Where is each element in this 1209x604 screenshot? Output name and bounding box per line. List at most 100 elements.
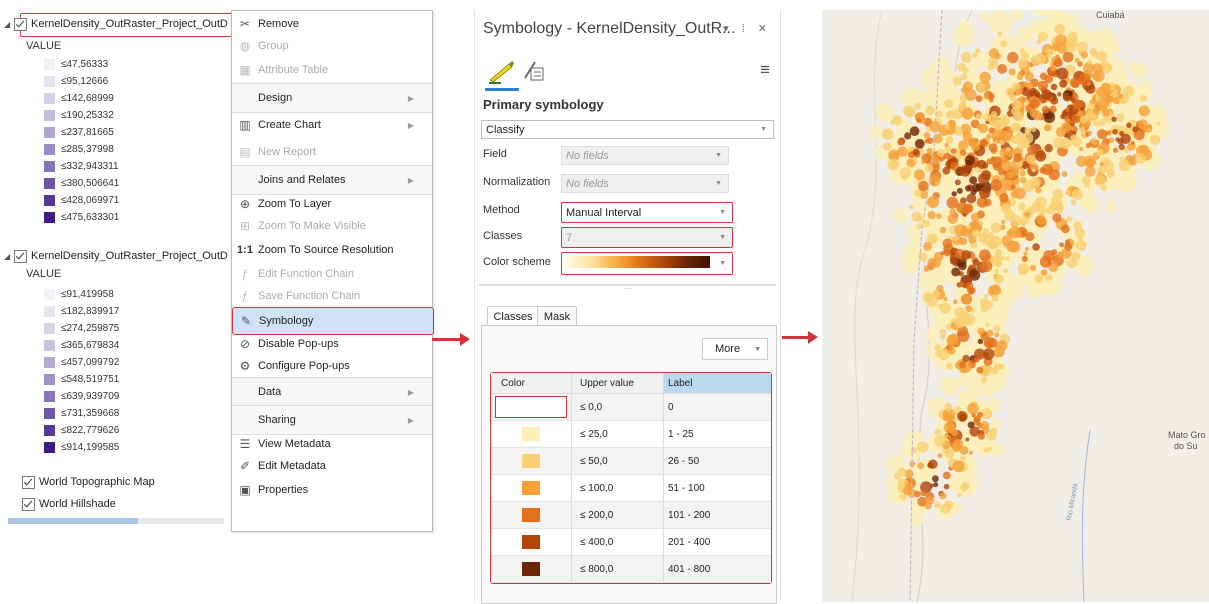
collapse-icon[interactable]: ◢ bbox=[4, 252, 14, 261]
legend-class-row[interactable]: ≤91,419958 bbox=[44, 287, 114, 302]
legend-class-row[interactable]: ≤237,81665 bbox=[44, 125, 114, 140]
class-upper-value[interactable]: ≤ 400,0 bbox=[571, 529, 663, 555]
menu-item-configure-pop-ups[interactable]: ⚙ Configure Pop-ups bbox=[232, 355, 432, 377]
legend-swatch[interactable] bbox=[44, 212, 55, 223]
legend-swatch[interactable] bbox=[44, 161, 55, 172]
pane-splitter[interactable]: ··· bbox=[479, 284, 776, 294]
legend-class-row[interactable]: ≤475,633301 bbox=[44, 210, 119, 225]
menu-item-edit-function-chain[interactable]: ƒ Edit Function Chain bbox=[232, 263, 432, 285]
menu-item-symbology[interactable]: ✎ Symbology bbox=[232, 307, 434, 335]
class-color-cell[interactable] bbox=[491, 529, 571, 555]
legend-swatch[interactable] bbox=[44, 391, 55, 402]
legend-class-row[interactable]: ≤142,68999 bbox=[44, 91, 114, 106]
class-label[interactable]: 101 - 200 bbox=[663, 502, 771, 528]
legend-swatch[interactable] bbox=[44, 340, 55, 351]
legend-swatch[interactable] bbox=[44, 195, 55, 206]
table-row[interactable]: ≤ 50,0 26 - 50 bbox=[491, 448, 771, 475]
legend-class-row[interactable]: ≤190,25332 bbox=[44, 108, 114, 123]
legend-swatch[interactable] bbox=[44, 442, 55, 453]
menu-item-save-function-chain[interactable]: ƒ Save Function Chain bbox=[232, 285, 432, 307]
class-upper-value[interactable]: ≤ 800,0 bbox=[571, 556, 663, 582]
pane-window-controls[interactable]: ▾ ⁞ ✕ bbox=[723, 22, 772, 35]
menu-item-zoom-to-source-resolution[interactable]: 1:1 Zoom To Source Resolution bbox=[232, 237, 432, 263]
class-color-cell[interactable] bbox=[491, 448, 571, 474]
primary-symbology-tab-icon[interactable] bbox=[487, 58, 515, 87]
menu-item-group[interactable]: ◍ Group bbox=[232, 35, 432, 57]
renderer-dropdown[interactable]: Classify ▼ bbox=[481, 120, 774, 139]
legend-swatch[interactable] bbox=[44, 289, 55, 300]
layer-row-1[interactable]: ◢ KernelDensity_OutRaster_Project_OutD bbox=[4, 15, 230, 33]
table-row[interactable]: ≤ 800,0 401 - 800 bbox=[491, 556, 771, 583]
class-color-swatch[interactable] bbox=[495, 396, 567, 418]
legend-swatch[interactable] bbox=[44, 93, 55, 104]
menu-item-design[interactable]: Design ▶ bbox=[232, 83, 432, 113]
layer-row-2[interactable]: ◢ KernelDensity_OutRaster_Project_OutD bbox=[4, 247, 230, 265]
table-row[interactable]: ≤ 25,0 1 - 25 bbox=[491, 421, 771, 448]
menu-item-view-metadata[interactable]: ☰ View Metadata bbox=[232, 433, 432, 455]
class-color-swatch[interactable] bbox=[522, 535, 540, 549]
class-label[interactable]: 0 bbox=[663, 394, 771, 420]
horizontal-scrollbar[interactable] bbox=[8, 518, 224, 524]
column-header-label[interactable]: Label bbox=[663, 373, 771, 393]
legend-class-row[interactable]: ≤274,259875 bbox=[44, 321, 119, 336]
class-upper-value[interactable]: ≤ 25,0 bbox=[571, 421, 663, 447]
legend-swatch[interactable] bbox=[44, 59, 55, 70]
menu-item-attribute-table[interactable]: ▦ Attribute Table bbox=[232, 57, 432, 83]
table-row[interactable]: ≤ 100,0 51 - 100 bbox=[491, 475, 771, 502]
class-label[interactable]: 201 - 400 bbox=[663, 529, 771, 555]
legend-class-row[interactable]: ≤639,939709 bbox=[44, 389, 119, 404]
class-color-cell[interactable] bbox=[491, 502, 571, 528]
column-header-upper-value[interactable]: Upper value bbox=[571, 373, 663, 393]
class-color-cell[interactable] bbox=[491, 556, 571, 582]
topographic-visibility-checkbox[interactable] bbox=[22, 475, 35, 489]
class-color-swatch[interactable] bbox=[522, 562, 540, 576]
legend-swatch[interactable] bbox=[44, 110, 55, 121]
legend-swatch[interactable] bbox=[44, 374, 55, 385]
more-button[interactable]: More ▼ bbox=[702, 338, 768, 360]
legend-class-row[interactable]: ≤47,56333 bbox=[44, 57, 108, 72]
menu-item-zoom-to-layer[interactable]: ⊕ Zoom To Layer bbox=[232, 193, 432, 215]
scrollbar-thumb[interactable] bbox=[8, 518, 138, 524]
legend-class-row[interactable]: ≤914,199585 bbox=[44, 440, 119, 455]
menu-item-zoom-to-make-visible[interactable]: ⊞ Zoom To Make Visible bbox=[232, 215, 432, 237]
class-upper-value[interactable]: ≤ 50,0 bbox=[571, 448, 663, 474]
column-header-color[interactable]: Color bbox=[491, 373, 571, 393]
layer2-visibility-checkbox[interactable] bbox=[14, 249, 27, 263]
class-upper-value[interactable]: ≤ 0,0 bbox=[571, 394, 663, 420]
class-color-swatch[interactable] bbox=[522, 508, 540, 522]
collapse-icon[interactable]: ◢ bbox=[4, 20, 14, 29]
legend-class-row[interactable]: ≤457,099792 bbox=[44, 355, 119, 370]
class-label[interactable]: 26 - 50 bbox=[663, 448, 771, 474]
legend-swatch[interactable] bbox=[44, 408, 55, 419]
menu-item-edit-metadata[interactable]: ✐ Edit Metadata bbox=[232, 455, 432, 477]
class-color-swatch[interactable] bbox=[522, 481, 540, 495]
hamburger-menu-icon[interactable]: ≡ bbox=[760, 60, 770, 80]
menu-item-joins-and-relates[interactable]: Joins and Relates ▶ bbox=[232, 165, 432, 195]
legend-swatch[interactable] bbox=[44, 425, 55, 436]
class-upper-value[interactable]: ≤ 200,0 bbox=[571, 502, 663, 528]
vary-symbology-tab-icon[interactable] bbox=[521, 58, 547, 87]
legend-class-row[interactable]: ≤285,37998 bbox=[44, 142, 114, 157]
layer1-visibility-checkbox[interactable] bbox=[14, 17, 27, 31]
basemap-row-topographic[interactable]: World Topographic Map bbox=[22, 473, 222, 491]
menu-item-new-report[interactable]: ▤ New Report bbox=[232, 139, 432, 165]
legend-swatch[interactable] bbox=[44, 357, 55, 368]
field-dropdown[interactable]: No fields ▼ bbox=[561, 146, 729, 165]
layer1-name[interactable]: KernelDensity_OutRaster_Project_OutD bbox=[31, 18, 228, 30]
class-label[interactable]: 51 - 100 bbox=[663, 475, 771, 501]
legend-swatch[interactable] bbox=[44, 76, 55, 87]
legend-class-row[interactable]: ≤332,943311 bbox=[44, 159, 119, 174]
menu-item-properties[interactable]: ▣ Properties bbox=[232, 477, 432, 503]
layer2-name[interactable]: KernelDensity_OutRaster_Project_OutD bbox=[31, 250, 228, 262]
map-view[interactable]: Cuiabá Mato Gro do Su Rio Miranda bbox=[822, 10, 1209, 602]
legend-swatch[interactable] bbox=[44, 144, 55, 155]
class-color-swatch[interactable] bbox=[522, 427, 540, 441]
menu-item-sharing[interactable]: Sharing ▶ bbox=[232, 405, 432, 435]
topographic-layer-name[interactable]: World Topographic Map bbox=[39, 476, 155, 488]
class-color-cell[interactable] bbox=[491, 421, 571, 447]
legend-class-row[interactable]: ≤365,679834 bbox=[44, 338, 119, 353]
class-color-cell[interactable] bbox=[491, 475, 571, 501]
legend-class-row[interactable]: ≤95,12666 bbox=[44, 74, 108, 89]
legend-class-row[interactable]: ≤428,069971 bbox=[44, 193, 119, 208]
color-scheme-dropdown[interactable]: ▼ bbox=[561, 252, 733, 275]
